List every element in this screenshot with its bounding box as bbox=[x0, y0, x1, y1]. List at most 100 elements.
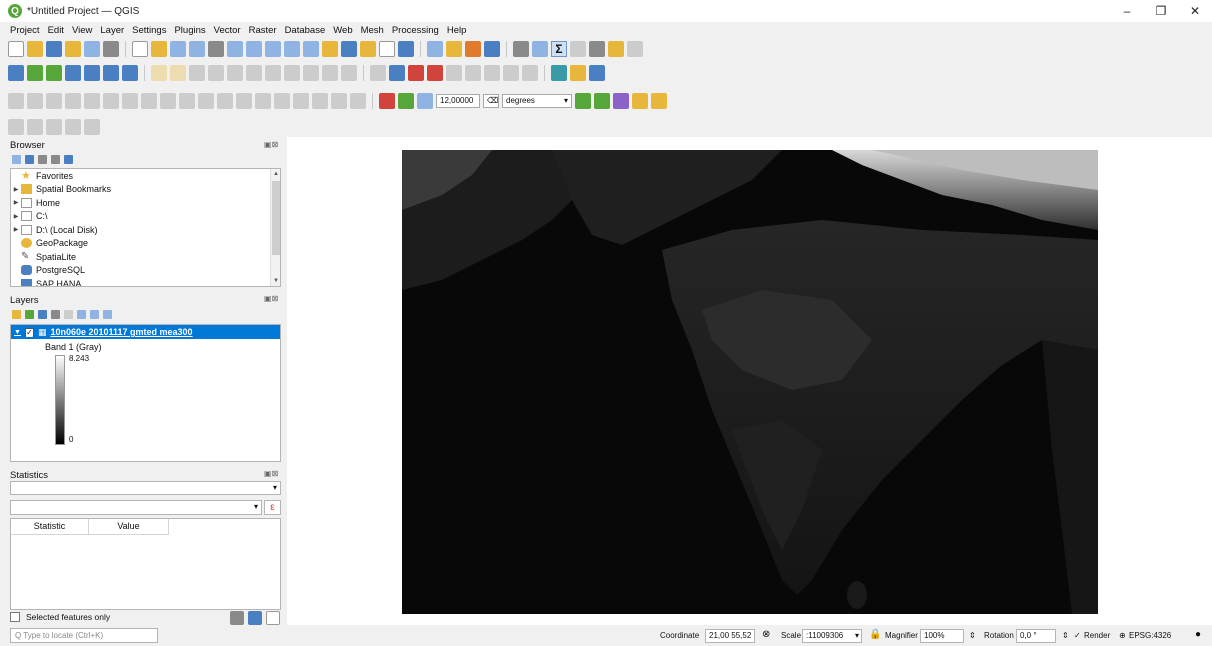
data-source-manager-icon[interactable] bbox=[8, 65, 24, 81]
temporal-controller-icon[interactable] bbox=[379, 41, 395, 57]
snapping-tolerance-input[interactable]: 12,00000 bbox=[436, 94, 480, 108]
snapping-units-icon[interactable] bbox=[417, 93, 433, 109]
open-field-calculator-icon[interactable] bbox=[532, 41, 548, 57]
statistics-field-select[interactable]: ▾ bbox=[10, 500, 262, 515]
pin-labels-icon[interactable] bbox=[446, 65, 462, 81]
scroll-up-icon[interactable]: ▲ bbox=[271, 169, 280, 179]
statistics-layer-select[interactable]: ▾ bbox=[10, 481, 281, 495]
expand-arrow-icon[interactable]: ▶ bbox=[11, 226, 21, 233]
new-project-icon[interactable] bbox=[8, 41, 24, 57]
layer-visibility-checkbox[interactable]: ✓ bbox=[24, 327, 34, 337]
magnifier-input[interactable]: 100% bbox=[920, 629, 964, 643]
snapping-type-icon[interactable] bbox=[398, 93, 414, 109]
new-map-view-icon[interactable] bbox=[322, 41, 338, 57]
add-raster-layer-icon[interactable] bbox=[65, 65, 81, 81]
open-project-icon[interactable] bbox=[27, 41, 43, 57]
restore-button[interactable]: ❐ bbox=[1144, 0, 1178, 22]
zoom-full-icon[interactable] bbox=[208, 41, 224, 57]
paste-features-icon[interactable] bbox=[303, 65, 319, 81]
zoom-last-icon[interactable] bbox=[284, 41, 300, 57]
menu-view[interactable]: View bbox=[68, 25, 96, 36]
fill-ring-icon[interactable] bbox=[141, 93, 157, 109]
add-mesh-layer-icon[interactable] bbox=[84, 65, 100, 81]
layer-labeling-options-icon[interactable] bbox=[389, 65, 405, 81]
manage-map-themes-icon[interactable] bbox=[38, 310, 47, 319]
locator-search-input[interactable]: Q Type to locate (Ctrl+K) bbox=[10, 628, 158, 643]
panel-float-close-icon[interactable]: ▣⊠ bbox=[264, 294, 278, 303]
selected-features-only[interactable]: Selected features only bbox=[10, 612, 110, 622]
browser-scrollbar[interactable]: ▲ ▼ bbox=[270, 169, 280, 286]
add-selected-layers-icon[interactable] bbox=[12, 155, 21, 164]
zoom-to-layer-icon[interactable] bbox=[246, 41, 262, 57]
browser-item-sap-hana[interactable]: SAP HANA bbox=[11, 277, 280, 286]
map-tips-icon[interactable] bbox=[608, 41, 624, 57]
pan-map-icon[interactable] bbox=[132, 41, 148, 57]
browser-item-geopackage[interactable]: GeoPackage bbox=[11, 237, 280, 251]
crs-label[interactable]: EPSG:4326 bbox=[1129, 631, 1171, 640]
digitize-shape-icon[interactable] bbox=[8, 93, 24, 109]
rectangle-tool-icon[interactable] bbox=[65, 93, 81, 109]
plugin-icon[interactable] bbox=[570, 65, 586, 81]
collapse-all-icon[interactable] bbox=[51, 155, 60, 164]
filter-browser-icon[interactable] bbox=[38, 155, 47, 164]
selected-features-checkbox[interactable] bbox=[10, 612, 20, 622]
style-manager-icon[interactable] bbox=[103, 41, 119, 57]
help-icon[interactable] bbox=[589, 65, 605, 81]
clear-tolerance-icon[interactable]: ⌫ bbox=[483, 94, 499, 108]
close-button[interactable]: ✕ bbox=[1178, 0, 1212, 22]
menu-database[interactable]: Database bbox=[281, 25, 330, 36]
coordinate-input[interactable]: 21,00 55,52 bbox=[705, 629, 755, 643]
save-layer-edits-icon[interactable] bbox=[189, 65, 205, 81]
copy-features-icon[interactable] bbox=[284, 65, 300, 81]
new-geopackage-layer-icon[interactable] bbox=[27, 65, 43, 81]
expression-button[interactable]: ε bbox=[264, 500, 281, 515]
new-bookmark-icon[interactable] bbox=[341, 41, 357, 57]
offset-point-symbols-icon[interactable] bbox=[331, 93, 347, 109]
menu-raster[interactable]: Raster bbox=[245, 25, 281, 36]
browser-item-home[interactable]: ▶ Home bbox=[11, 196, 280, 210]
change-label-icon[interactable] bbox=[522, 65, 538, 81]
open-attribute-table-icon[interactable] bbox=[513, 41, 529, 57]
zoom-to-selection-icon[interactable] bbox=[227, 41, 243, 57]
select-by-polygon-icon[interactable] bbox=[8, 119, 24, 135]
delete-part-icon[interactable] bbox=[179, 93, 195, 109]
scroll-thumb[interactable] bbox=[272, 181, 280, 255]
refresh-icon[interactable] bbox=[398, 41, 414, 57]
toggle-extents-icon[interactable]: ⊗ bbox=[762, 629, 770, 640]
split-features-icon[interactable] bbox=[236, 93, 252, 109]
zoom-in-icon[interactable] bbox=[170, 41, 186, 57]
layer-item[interactable]: ▼ ✓ ▦ 10n060e 20101117 gmted mea300 bbox=[11, 325, 280, 339]
rotate-symbols-icon[interactable] bbox=[312, 93, 328, 109]
new-print-layout-icon[interactable] bbox=[65, 41, 81, 57]
menu-help[interactable]: Help bbox=[443, 25, 471, 36]
properties-icon[interactable] bbox=[64, 155, 73, 164]
layer-diagram-options-icon[interactable] bbox=[408, 65, 424, 81]
select-features-icon[interactable] bbox=[427, 41, 443, 57]
remove-layer-icon[interactable] bbox=[103, 310, 112, 319]
move-label-icon[interactable] bbox=[484, 65, 500, 81]
zoom-out-icon[interactable] bbox=[189, 41, 205, 57]
select-by-value-icon[interactable] bbox=[446, 41, 462, 57]
topological-editing-icon[interactable] bbox=[575, 93, 591, 109]
browser-item-spatialite[interactable]: ✎ SpatiaLite bbox=[11, 250, 280, 264]
select-by-freehand-icon[interactable] bbox=[46, 119, 62, 135]
snapping-units-select[interactable]: degrees ▾ bbox=[502, 94, 572, 108]
measure-line-icon[interactable] bbox=[570, 41, 586, 57]
undo-icon[interactable] bbox=[322, 65, 338, 81]
statistical-summary-icon[interactable]: Σ bbox=[551, 41, 567, 57]
menu-settings[interactable]: Settings bbox=[128, 25, 170, 36]
expand-arrow-icon[interactable]: ▼ bbox=[14, 329, 21, 336]
highlight-pinned-labels-icon[interactable] bbox=[427, 65, 443, 81]
expand-arrow-icon[interactable]: ▶ bbox=[11, 213, 21, 220]
split-parts-icon[interactable] bbox=[255, 93, 271, 109]
menu-edit[interactable]: Edit bbox=[44, 25, 68, 36]
redo-icon[interactable] bbox=[341, 65, 357, 81]
add-part-icon[interactable] bbox=[122, 93, 138, 109]
column-header-statistic[interactable]: Statistic bbox=[11, 519, 89, 535]
trim-extend-icon[interactable] bbox=[350, 93, 366, 109]
merge-features-icon[interactable] bbox=[274, 93, 290, 109]
filter-by-expression-icon[interactable] bbox=[64, 310, 73, 319]
menu-layer[interactable]: Layer bbox=[96, 25, 128, 36]
menu-plugins[interactable]: Plugins bbox=[170, 25, 209, 36]
show-hide-labels-icon[interactable] bbox=[465, 65, 481, 81]
